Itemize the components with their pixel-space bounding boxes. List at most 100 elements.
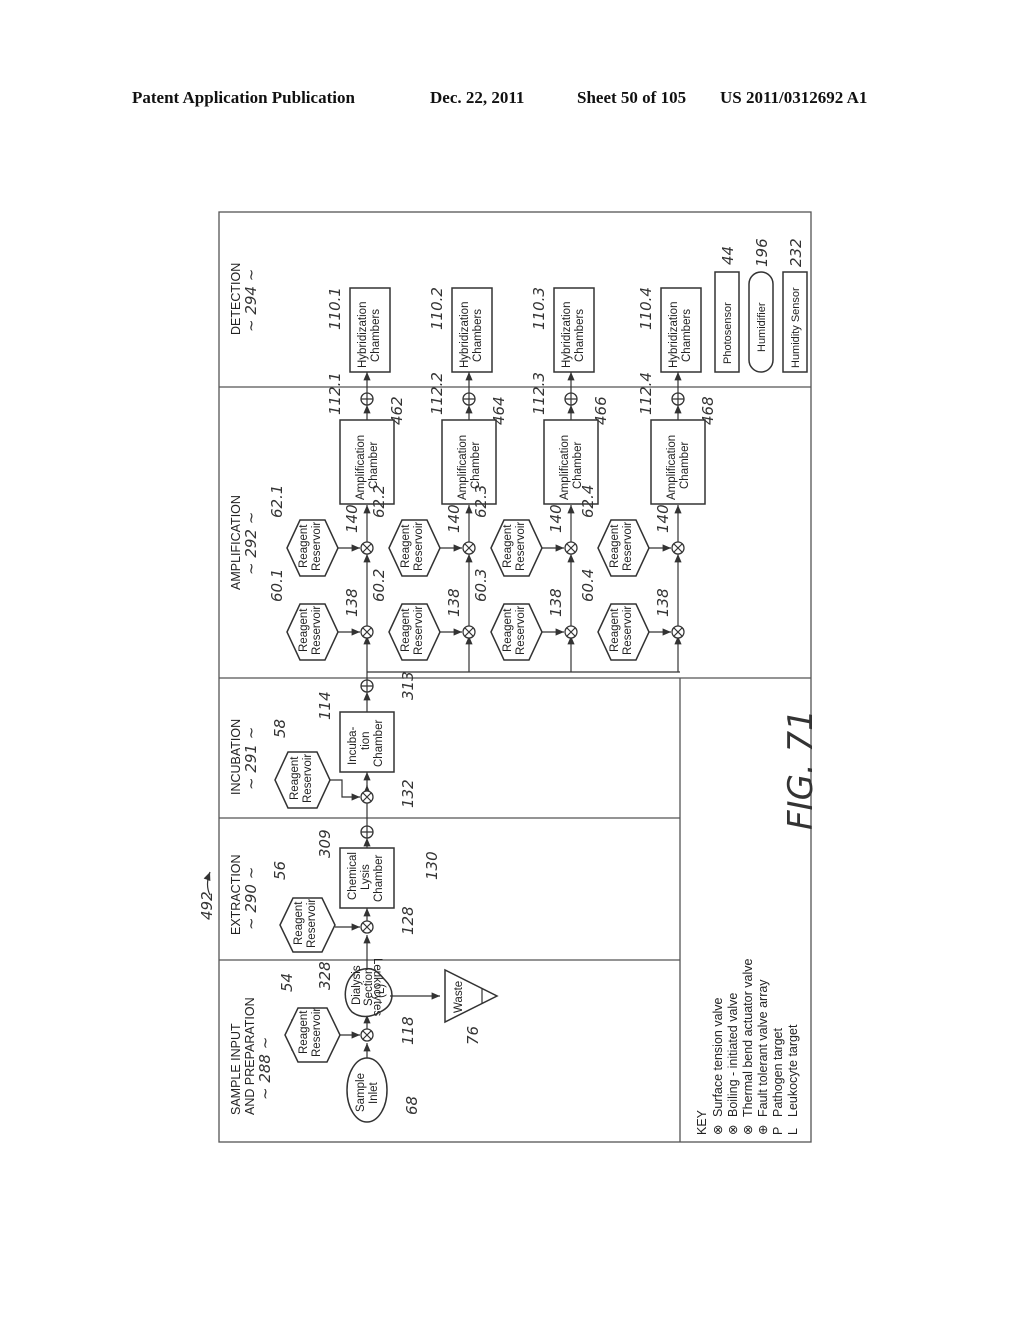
valve-140 <box>671 541 685 555</box>
key-item: ⊕ Fault tolerant valve array <box>756 979 770 1135</box>
svg-text:Chambers: Chambers <box>472 309 484 362</box>
amplification-lanes: Reagent Reservoir60.1138Reagent Reservoir6… <box>268 287 717 672</box>
svg-text:Reagent: Reagent <box>298 608 310 652</box>
key-symbol: L <box>786 1128 800 1135</box>
svg-text:468: 468 <box>699 396 717 425</box>
svg-text:~ 288 ~: ~ 288 ~ <box>256 1037 274 1100</box>
svg-text:Humidifier: Humidifier <box>756 302 768 352</box>
svg-text:Inlet: Inlet <box>368 1081 380 1104</box>
valve-138 <box>671 625 685 639</box>
svg-text:Reagent: Reagent <box>293 901 305 945</box>
svg-text:Reservoir: Reservoir <box>413 522 425 571</box>
svg-text:Hybridization: Hybridization <box>668 302 680 368</box>
amplification-chamber-112.1: Amplification Chamber 112.1 <box>326 372 395 505</box>
svg-text:Hybridization: Hybridization <box>561 302 573 368</box>
svg-text:196: 196 <box>753 238 771 267</box>
svg-text:Reagent: Reagent <box>298 1010 310 1054</box>
svg-text:Photosensor: Photosensor <box>722 302 734 364</box>
svg-text:~ 290 ~: ~ 290 ~ <box>242 867 260 930</box>
svg-text:60.2: 60.2 <box>370 569 388 602</box>
diagram-canvas: SAMPLE INPUT AND PREPARATION ~ 288 ~ EXT… <box>198 211 821 1143</box>
valve-128 <box>360 920 374 934</box>
hybridization-chamber-110.1: Hybridization Chambers 110.1 <box>326 287 391 373</box>
svg-text:112.4: 112.4 <box>637 372 655 415</box>
hybridization-chamber-110.3: Hybridization Chambers 110.3 <box>530 287 595 373</box>
svg-text:Reservoir: Reservoir <box>515 522 527 571</box>
photosensor: Photosensor 44 <box>714 246 740 373</box>
svg-text:56: 56 <box>271 861 289 880</box>
valve-140-ref: 140 <box>343 504 361 533</box>
valve-313 <box>360 679 374 693</box>
svg-text:Reagent: Reagent <box>400 524 412 568</box>
valve-140-ref: 140 <box>547 504 565 533</box>
figure-ref-492: 492 <box>198 871 216 920</box>
reagent-reservoir-62.4: Reagent Reservoir 62.4 <box>579 485 650 577</box>
key-symbol: P <box>771 1127 785 1135</box>
svg-text:EXTRACTION: EXTRACTION <box>229 854 243 935</box>
valve-138-ref: 138 <box>343 588 361 617</box>
valve-138-ref: 138 <box>445 588 463 617</box>
svg-text:Chemical: Chemical <box>347 852 359 900</box>
valve-309-ref: 309 <box>316 829 334 858</box>
valve-138-ref: 138 <box>547 588 565 617</box>
svg-text:112.2: 112.2 <box>428 372 446 415</box>
legend-key: KEY ⊗Surface tension valve⊗Boiling - ini… <box>695 959 800 1135</box>
key-symbol: ⊗ <box>726 1125 740 1135</box>
svg-text:Chambers: Chambers <box>574 309 586 362</box>
reagent-reservoir-60.1: Reagent Reservoir 60.1 <box>268 569 339 661</box>
key-label: Leukocyte target <box>786 1024 800 1117</box>
valve-118-ref: 118 <box>399 1016 417 1045</box>
key-item: ⊗ Surface tension valve <box>711 997 725 1135</box>
key-symbol: ⊕ <box>756 1125 770 1135</box>
svg-text:Amplification: Amplification <box>355 435 367 500</box>
reagent-reservoir-60.3: Reagent Reservoir 60.3 <box>472 569 543 661</box>
svg-text:Reservoir: Reservoir <box>311 1008 323 1057</box>
svg-text:62.4: 62.4 <box>579 485 597 518</box>
key-label: Fault tolerant valve array <box>756 979 770 1117</box>
svg-text:62.2: 62.2 <box>370 485 388 518</box>
key-label: Boiling - initiated valve <box>726 993 740 1117</box>
valve-140 <box>462 541 476 555</box>
svg-text:58: 58 <box>271 719 289 738</box>
reagent-reservoir-60.4: Reagent Reservoir 60.4 <box>579 569 650 661</box>
svg-text:Reservoir: Reservoir <box>622 606 634 655</box>
svg-text:Chamber: Chamber <box>368 442 380 489</box>
lane-1: Reagent Reservoir60.1138Reagent Reservoir6… <box>268 287 406 672</box>
amplification-chamber-112.4: Amplification Chamber 112.4 <box>637 372 706 505</box>
key-label: Surface tension valve <box>711 997 725 1117</box>
svg-text:112.3: 112.3 <box>530 372 548 415</box>
key-symbol: ⊗ <box>741 1125 755 1135</box>
svg-text:62.3: 62.3 <box>472 485 490 518</box>
section-title-extraction: EXTRACTION ~ 290 ~ <box>229 854 260 935</box>
valve-140-ref: 140 <box>445 504 463 533</box>
svg-text:SAMPLE INPUT: SAMPLE INPUT <box>229 1023 243 1115</box>
reagent-reservoir-62.2: Reagent Reservoir 62.2 <box>370 485 441 577</box>
svg-text:110.4: 110.4 <box>637 287 655 330</box>
svg-text:Sample: Sample <box>355 1073 367 1112</box>
amplification-chamber-112.2: Amplification Chamber 112.2 <box>428 372 497 505</box>
svg-text:60.4: 60.4 <box>579 569 597 602</box>
amplification-chamber-112.3: Amplification Chamber 112.3 <box>530 372 599 505</box>
valve-464 <box>462 392 476 406</box>
valve-140-ref: 140 <box>654 504 672 533</box>
svg-text:~ 294 ~: ~ 294 ~ <box>242 269 260 332</box>
valve-140 <box>564 541 578 555</box>
valve-118 <box>360 1028 374 1042</box>
svg-text:112.1: 112.1 <box>326 372 344 415</box>
svg-text:Hybridization: Hybridization <box>459 302 471 368</box>
svg-text:110.3: 110.3 <box>530 287 548 330</box>
svg-text:Reservoir: Reservoir <box>306 899 318 948</box>
svg-text:Reservoir: Reservoir <box>311 522 323 571</box>
svg-text:68: 68 <box>403 1096 421 1115</box>
svg-text:Reagent: Reagent <box>400 608 412 652</box>
valve-138 <box>360 625 374 639</box>
waste-container: Waste 76 <box>444 968 499 1045</box>
valve-138 <box>462 625 476 639</box>
section-title-sample-input: SAMPLE INPUT AND PREPARATION ~ 288 ~ <box>229 997 274 1115</box>
reagent-reservoir-56: Reagent Reservoir 56 <box>271 861 336 953</box>
key-symbol: ⊗ <box>711 1125 725 1135</box>
svg-text:~ 291 ~: ~ 291 ~ <box>242 727 260 790</box>
svg-text:60.1: 60.1 <box>268 569 286 602</box>
svg-text:62.1: 62.1 <box>268 485 286 518</box>
svg-text:AND PREPARATION: AND PREPARATION <box>243 997 257 1115</box>
